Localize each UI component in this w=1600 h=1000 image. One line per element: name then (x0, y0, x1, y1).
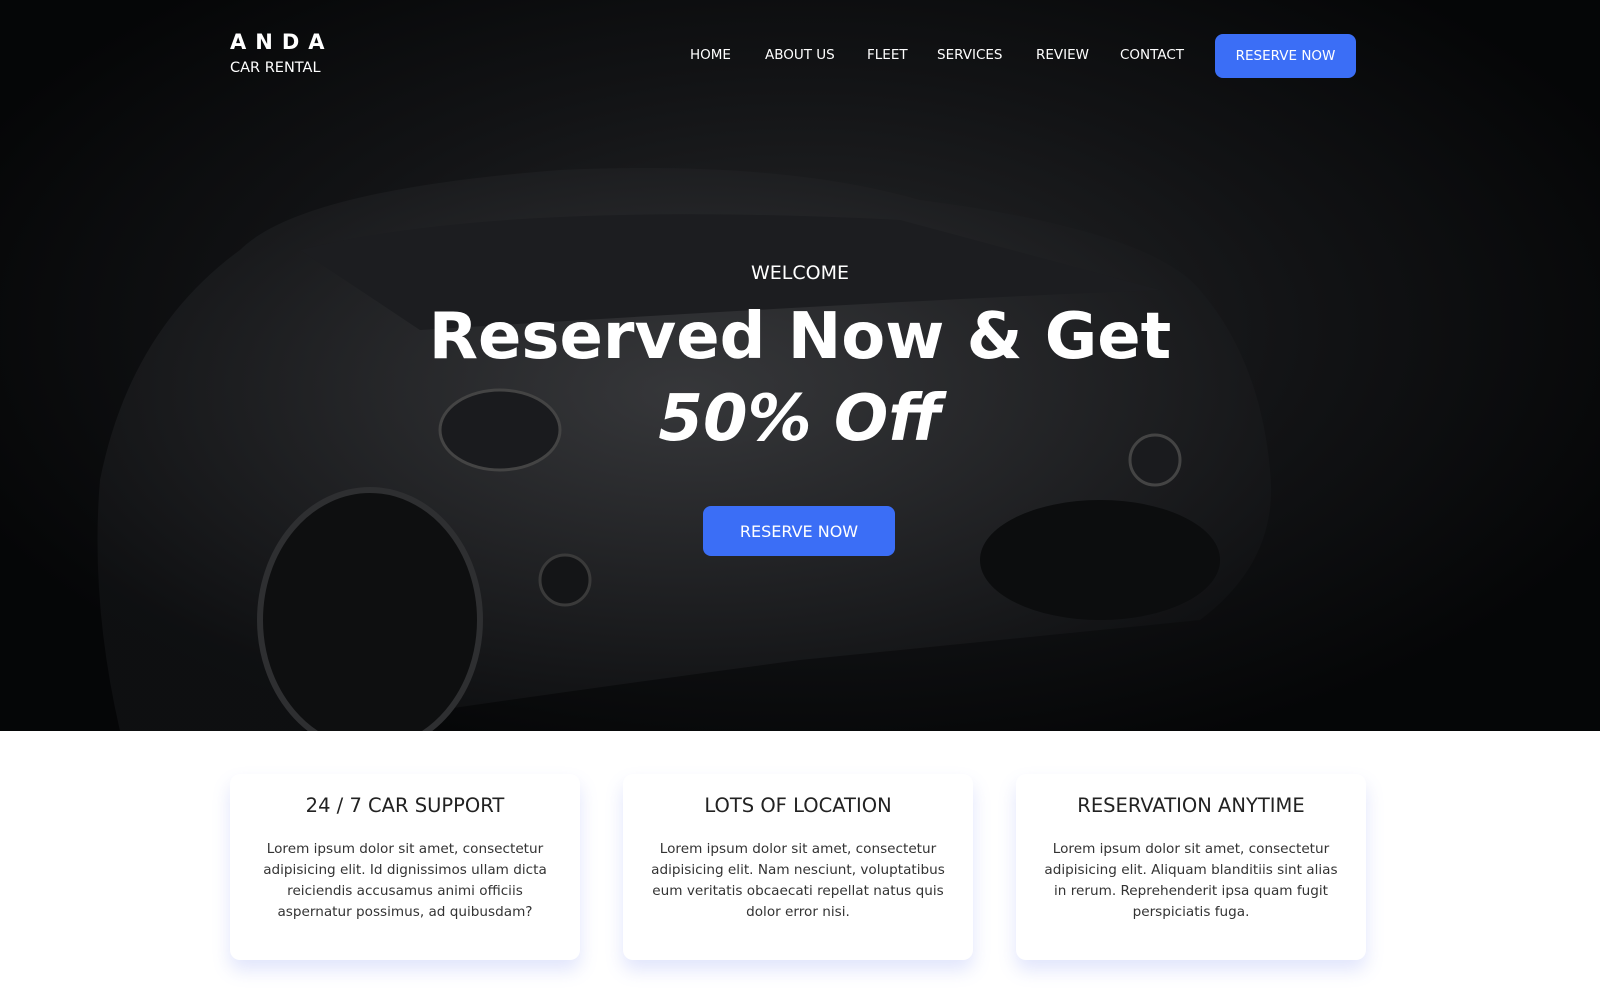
feature-title: 24 / 7 CAR SUPPORT (305, 794, 505, 817)
nav-home[interactable]: HOME (690, 47, 731, 63)
hero-highlight: 50% Off (658, 382, 942, 456)
nav-fleet[interactable]: FLEET (867, 47, 908, 63)
hero-headline: Reserved Now & Get (428, 300, 1172, 374)
feature-text: Lorem ipsum dolor sit amet, consectetur … (263, 841, 547, 920)
feature-card: LOTS OF LOCATION Lorem ipsum dolor sit a… (623, 774, 973, 960)
feature-card: RESERVATION ANYTIME Lorem ipsum dolor si… (1016, 774, 1366, 960)
feature-text: Lorem ipsum dolor sit amet, consectetur … (1044, 841, 1338, 920)
nav-about-us[interactable]: ABOUT US (765, 47, 835, 63)
hero-eyebrow: WELCOME (751, 262, 849, 284)
main-nav: HOME ABOUT US FLEET SERVICES REVIEW CONT… (0, 34, 1600, 78)
hero-section: ANDA CAR RENTAL HOME ABOUT US FLEET SERV… (0, 0, 1600, 731)
nav-reserve-now-button[interactable]: RESERVE NOW (1215, 34, 1356, 78)
feature-card: 24 / 7 CAR SUPPORT Lorem ipsum dolor sit… (230, 774, 580, 960)
feature-text: Lorem ipsum dolor sit amet, consectetur … (651, 841, 945, 920)
feature-title: RESERVATION ANYTIME (1077, 794, 1305, 817)
nav-contact[interactable]: CONTACT (1120, 47, 1184, 63)
hero-reserve-now-button[interactable]: RESERVE NOW (703, 506, 895, 556)
feature-title: LOTS OF LOCATION (704, 794, 892, 817)
nav-services[interactable]: SERVICES (937, 47, 1002, 63)
nav-review[interactable]: REVIEW (1036, 47, 1089, 63)
